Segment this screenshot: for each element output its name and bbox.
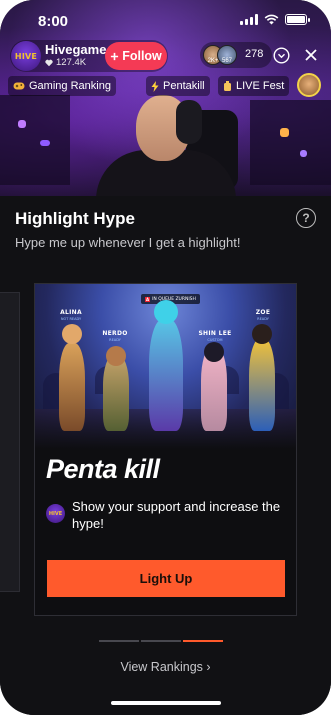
support-logo-text: HIVE <box>48 510 63 517</box>
status-icons <box>240 14 310 25</box>
hero-head <box>252 324 272 344</box>
light-up-button[interactable]: Light Up <box>47 560 285 597</box>
headset <box>176 100 202 144</box>
lantern-icon <box>224 80 231 91</box>
heart-icon <box>45 59 53 66</box>
tag-label: Gaming Ranking <box>29 80 111 92</box>
tag-label: LIVE Fest <box>236 80 285 92</box>
likes-count: 127.4K <box>56 57 87 68</box>
panel-title: Highlight Hype <box>15 209 135 228</box>
streamer-avatar[interactable]: HIVE <box>11 41 41 71</box>
view-rankings-link[interactable]: View Rankings › <box>0 660 331 674</box>
viewer-list[interactable]: 2K+ 567 278 <box>200 42 272 68</box>
home-indicator[interactable] <box>111 701 221 705</box>
tag-row: Gaming Ranking Pentakill LIVE Fest <box>8 73 331 97</box>
viewer-badge: 567 <box>221 58 232 64</box>
hero-head <box>106 346 126 366</box>
wifi-icon <box>264 14 279 25</box>
led-light <box>300 150 307 157</box>
hero-status: NOT READY <box>60 317 82 321</box>
queue-badge-text: IN QUEUE ZURNISH <box>152 296 196 302</box>
tag-gaming-ranking[interactable]: Gaming Ranking <box>8 76 116 96</box>
light-up-label: Light Up <box>139 571 193 586</box>
hero-status: READY <box>109 338 121 342</box>
tag-live-fest[interactable]: LIVE Fest <box>218 76 290 96</box>
led-light <box>18 120 26 128</box>
panel-subtitle: Hype me up whenever I get a highlight! <box>15 235 241 250</box>
shelf-right <box>250 100 331 185</box>
status-time: 8:00 <box>38 13 69 30</box>
pager-dot[interactable] <box>141 640 181 642</box>
pager-dot-active[interactable] <box>183 640 223 642</box>
hero-head <box>62 324 82 344</box>
battery-icon <box>285 14 310 25</box>
streamer-likes: 127.4K <box>45 57 86 68</box>
game-artwork: A IN QUEUE ZURNISH ALINA NOT READY NERDO … <box>35 284 296 449</box>
hero-status: READY <box>257 317 269 321</box>
hero-nerdo <box>103 355 129 431</box>
hero-zoe <box>249 339 275 431</box>
carousel-pager <box>99 640 223 642</box>
tag-label: Pentakill <box>163 80 205 92</box>
follow-button[interactable]: Follow <box>105 42 167 70</box>
hero-center <box>149 319 183 431</box>
hero-alina <box>59 343 85 431</box>
stream-header: HIVE Hivegame 127.4K Follow 2K+ 567 278 <box>10 40 321 72</box>
avatar-logo-text: HIVE <box>14 51 38 61</box>
hero-name: ALINA <box>60 309 82 316</box>
plus-icon <box>111 52 119 60</box>
gamepad-icon <box>13 82 25 90</box>
hero-head <box>204 342 224 362</box>
signal-icon <box>240 14 258 25</box>
phone-screen: 8:00 HIVE Hivegame 127.4K Follow 2K+ 567… <box>0 0 331 715</box>
help-icon[interactable]: ? <box>296 208 316 228</box>
hive-logo: HIVE <box>46 504 65 523</box>
top-viewer-avatar[interactable]: 567 <box>217 45 237 65</box>
hero-name: SHIN LEE <box>198 330 232 337</box>
viewer-badge: 2K+ <box>207 58 219 64</box>
highlight-headline: Penta kill <box>46 454 160 484</box>
close-icon[interactable] <box>300 44 322 66</box>
follow-label: Follow <box>122 49 162 63</box>
help-label: ? <box>302 211 310 225</box>
led-light <box>280 128 289 137</box>
previous-card[interactable] <box>0 292 20 592</box>
monkey-emoji-icon[interactable] <box>297 73 321 97</box>
chevron-down-icon[interactable] <box>270 44 292 66</box>
lightning-icon <box>151 80 159 92</box>
streamer-pill[interactable]: HIVE Hivegame 127.4K Follow <box>10 40 168 72</box>
viewer-count: 278 <box>245 48 264 60</box>
hero-name: NERDO <box>102 330 128 337</box>
tag-pentakill[interactable]: Pentakill <box>146 76 210 96</box>
highlight-hype-panel: Highlight Hype ? Hype me up whenever I g… <box>0 196 331 715</box>
led-light <box>40 140 50 146</box>
highlight-card: A IN QUEUE ZURNISH ALINA NOT READY NERDO … <box>34 283 297 616</box>
status-bar: 8:00 <box>0 0 331 42</box>
hero-name: ZOE <box>255 309 271 316</box>
hero-head <box>154 300 178 324</box>
support-text: Show your support and increase the hype! <box>72 499 281 531</box>
shelf-left <box>0 95 70 185</box>
streamer-name: Hivegame <box>45 42 107 57</box>
pager-dot[interactable] <box>99 640 139 642</box>
